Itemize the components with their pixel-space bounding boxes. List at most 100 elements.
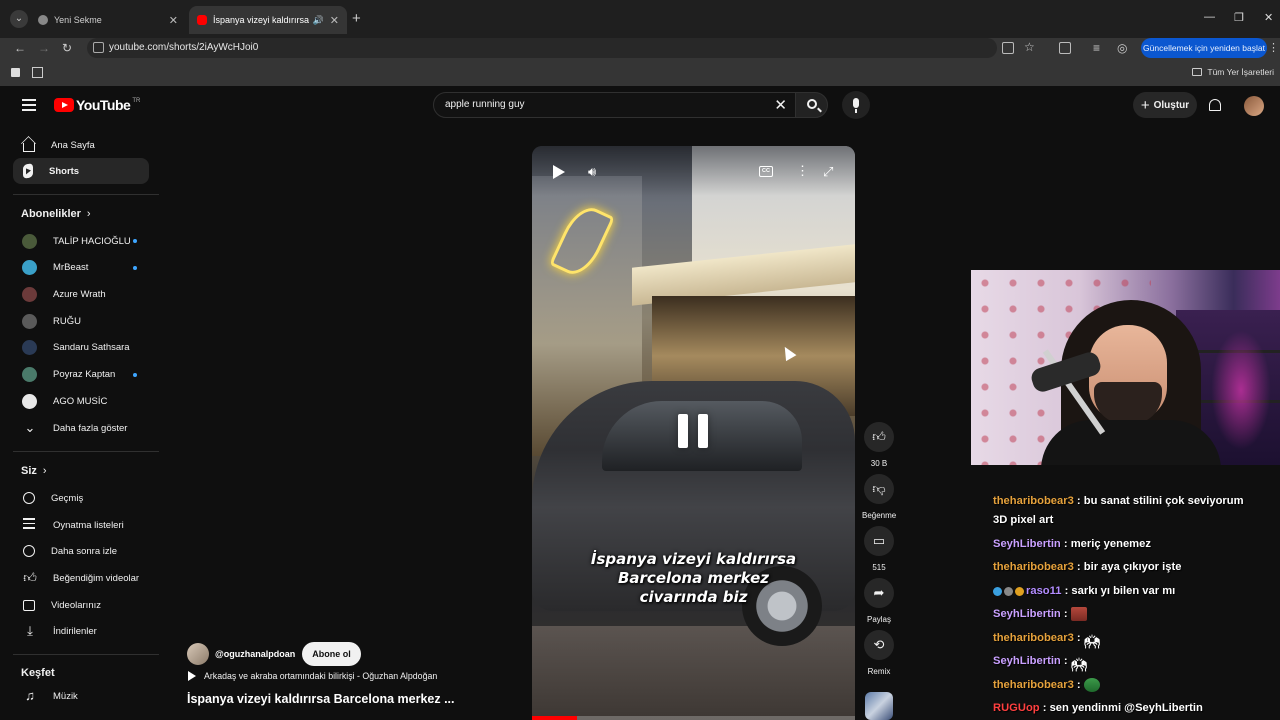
tab-search-icon[interactable]: ⌄ xyxy=(10,10,28,28)
search-button[interactable] xyxy=(795,92,828,118)
sidebar-item-label: Videolarınız xyxy=(51,599,101,611)
show-more-button[interactable]: ⌄ Daha fazla göster xyxy=(13,415,149,441)
like-button[interactable]: 👍︎ 30 B xyxy=(862,422,896,468)
clear-search-icon[interactable]: ✕ xyxy=(774,96,787,114)
sidebar-item-subscription[interactable]: Poyraz Kaptan xyxy=(13,362,149,388)
back-icon[interactable]: ← xyxy=(14,41,26,55)
music-row[interactable]: Arkadaş ve akraba ortamındaki bilirkişi … xyxy=(188,671,437,681)
sidebar-item-subscription[interactable]: MrBeast xyxy=(13,255,149,281)
forward-icon[interactable]: → xyxy=(38,41,50,55)
chat-message: SeyhLibertin : meriç yenemez xyxy=(993,538,1151,550)
chat-username[interactable]: SeyhLibertin xyxy=(993,608,1061,620)
channel-avatar xyxy=(22,393,37,409)
sidebar-item-subscription[interactable]: Sandaru Sathsara xyxy=(13,335,149,361)
bookmark-app-icon[interactable] xyxy=(11,68,20,77)
progress-bar[interactable] xyxy=(532,716,855,720)
update-restart-button[interactable]: Güncellemek için yeniden başlat xyxy=(1141,38,1267,58)
tab-new-tab[interactable]: Yeni Sekme ✕ xyxy=(30,6,186,34)
chat-username[interactable]: theharibobear3 xyxy=(993,632,1074,644)
voice-search-icon[interactable] xyxy=(842,91,870,119)
new-tab-icon[interactable]: + xyxy=(352,10,361,27)
minimize-icon[interactable]: — xyxy=(1204,11,1215,23)
video-caption: İspanya vizeyi kaldırırsa Barcelona merk… xyxy=(532,550,855,607)
comments-button[interactable]: ▭ 515 xyxy=(862,526,896,572)
sidebar-item-subscription[interactable]: AGO MUSİC xyxy=(13,388,149,414)
address-bar[interactable]: youtube.com/shorts/2iAyWcHJoi0 ☆ xyxy=(87,38,1035,58)
caption-line: Barcelona merkez xyxy=(617,569,770,587)
sidebar-item-history[interactable]: Geçmiş xyxy=(13,485,149,511)
audio-playing-icon[interactable]: 🔊 xyxy=(313,15,324,26)
bag-emote-icon xyxy=(1083,678,1100,693)
sidebar-item-music[interactable]: ♫ Müzik xyxy=(13,683,149,709)
streamer-webcam xyxy=(971,270,1280,465)
volume-icon[interactable]: 🔊︎ xyxy=(588,164,606,180)
play-icon[interactable] xyxy=(553,165,565,179)
sidebar-item-playlists[interactable]: Oynatma listeleri xyxy=(13,512,149,538)
tab-youtube-short[interactable]: İspanya vizeyi kaldırırsa Barcelona merk… xyxy=(189,6,347,34)
close-tab-icon[interactable]: ✕ xyxy=(330,14,339,27)
captions-icon[interactable]: CC xyxy=(759,166,773,177)
media-control-icon[interactable]: ≡ xyxy=(1093,41,1100,55)
account-avatar[interactable] xyxy=(1244,96,1264,116)
chat-username[interactable]: theharibobear3 xyxy=(993,679,1074,691)
video-title[interactable]: İspanya vizeyi kaldırırsa Barcelona merk… xyxy=(187,692,455,706)
channel-avatar[interactable] xyxy=(187,643,209,665)
you-header[interactable]: Siz › xyxy=(21,465,47,477)
close-tab-icon[interactable]: ✕ xyxy=(169,14,178,27)
share-button[interactable]: ➦ Paylaş xyxy=(862,578,896,624)
shorts-video-player[interactable]: 🔊︎ CC ⋮ ⤢ İspanya vizeyi kaldırırsa Barc… xyxy=(532,146,855,720)
apps-grid-icon[interactable] xyxy=(32,67,43,78)
subscribe-button[interactable]: Abone ol xyxy=(302,642,361,666)
sidebar-item-shorts[interactable]: Shorts xyxy=(13,158,149,184)
pause-icon[interactable] xyxy=(678,414,708,448)
sidebar-item-subscription[interactable]: RUĞU xyxy=(13,308,149,334)
reload-icon[interactable]: ↻ xyxy=(62,41,72,55)
sidebar-item-subscription[interactable]: TALİP HACIOĞLU xyxy=(13,228,149,254)
sidebar-item-your-videos[interactable]: Videolarınız xyxy=(13,592,149,618)
chat-username[interactable]: theharibobear3 xyxy=(993,561,1074,573)
more-options-icon[interactable]: ⋮ xyxy=(796,163,809,179)
notifications-bell-icon[interactable] xyxy=(1209,99,1221,111)
sidebar-item-liked-videos[interactable]: 👍︎ Beğendiğim videolar xyxy=(13,565,149,591)
channel-avatar xyxy=(22,340,37,356)
chat-message: SeyhLibertin : xyxy=(993,603,1280,625)
subscriptions-header-label: Abonelikler xyxy=(21,208,81,220)
bookmarks-bar: Tüm Yer İşaretleri xyxy=(0,60,1280,86)
sidebar-item-watch-later[interactable]: Daha sonra izle xyxy=(13,538,149,564)
menu-hamburger-icon[interactable] xyxy=(22,99,36,111)
dislike-button[interactable]: 👎︎ Beğenme xyxy=(862,474,896,520)
profile-icon[interactable]: ◎ xyxy=(1117,41,1127,55)
remix-button[interactable]: ⟲ Remix xyxy=(862,630,896,676)
youtube-logo[interactable]: YouTube TR xyxy=(54,97,140,113)
install-app-icon[interactable] xyxy=(1002,42,1014,54)
create-button[interactable]: + Oluştur xyxy=(1133,92,1197,118)
window-close-icon[interactable]: ✕ xyxy=(1264,11,1273,24)
sidebar-item-home[interactable]: Ana Sayfa xyxy=(13,132,149,158)
search-query: apple running guy xyxy=(445,99,525,110)
chat-username[interactable]: SeyhLibertin xyxy=(993,655,1061,667)
restore-icon[interactable]: ❐ xyxy=(1234,11,1244,24)
subscriptions-header[interactable]: Abonelikler › xyxy=(21,208,91,220)
site-info-icon[interactable] xyxy=(93,42,104,53)
sidebar-item-downloads[interactable]: ⤓ İndirilenler xyxy=(13,618,149,644)
chat-username[interactable]: raso11 xyxy=(1026,585,1061,597)
sidebar-item-label: İndirilenler xyxy=(53,625,97,637)
divider xyxy=(13,194,159,195)
chat-username[interactable]: RUGUop xyxy=(993,702,1040,714)
browser-menu-icon[interactable]: ⋮ xyxy=(1268,41,1279,54)
chat-username[interactable]: SeyhLibertin xyxy=(993,538,1061,550)
search-input[interactable]: apple running guy ✕ xyxy=(433,92,796,118)
show-more-label: Daha fazla göster xyxy=(53,422,128,434)
clock-icon xyxy=(23,545,35,557)
hand-emote-icon: 🙌︎ xyxy=(1083,634,1101,650)
chat-username[interactable]: theharibobear3 xyxy=(993,495,1074,507)
all-bookmarks-button[interactable]: Tüm Yer İşaretleri xyxy=(1192,67,1274,77)
sound-thumbnail[interactable] xyxy=(865,692,893,720)
fullscreen-icon[interactable]: ⤢ xyxy=(823,164,833,180)
playlist-icon xyxy=(23,518,37,532)
channel-name[interactable]: @oguzhanalpdoan xyxy=(215,649,295,659)
extensions-icon[interactable] xyxy=(1059,42,1071,54)
sidebar-item-label: Oynatma listeleri xyxy=(53,519,124,531)
bookmark-star-icon[interactable]: ☆ xyxy=(1024,40,1035,54)
sidebar-item-subscription[interactable]: Azure Wrath xyxy=(13,281,149,307)
